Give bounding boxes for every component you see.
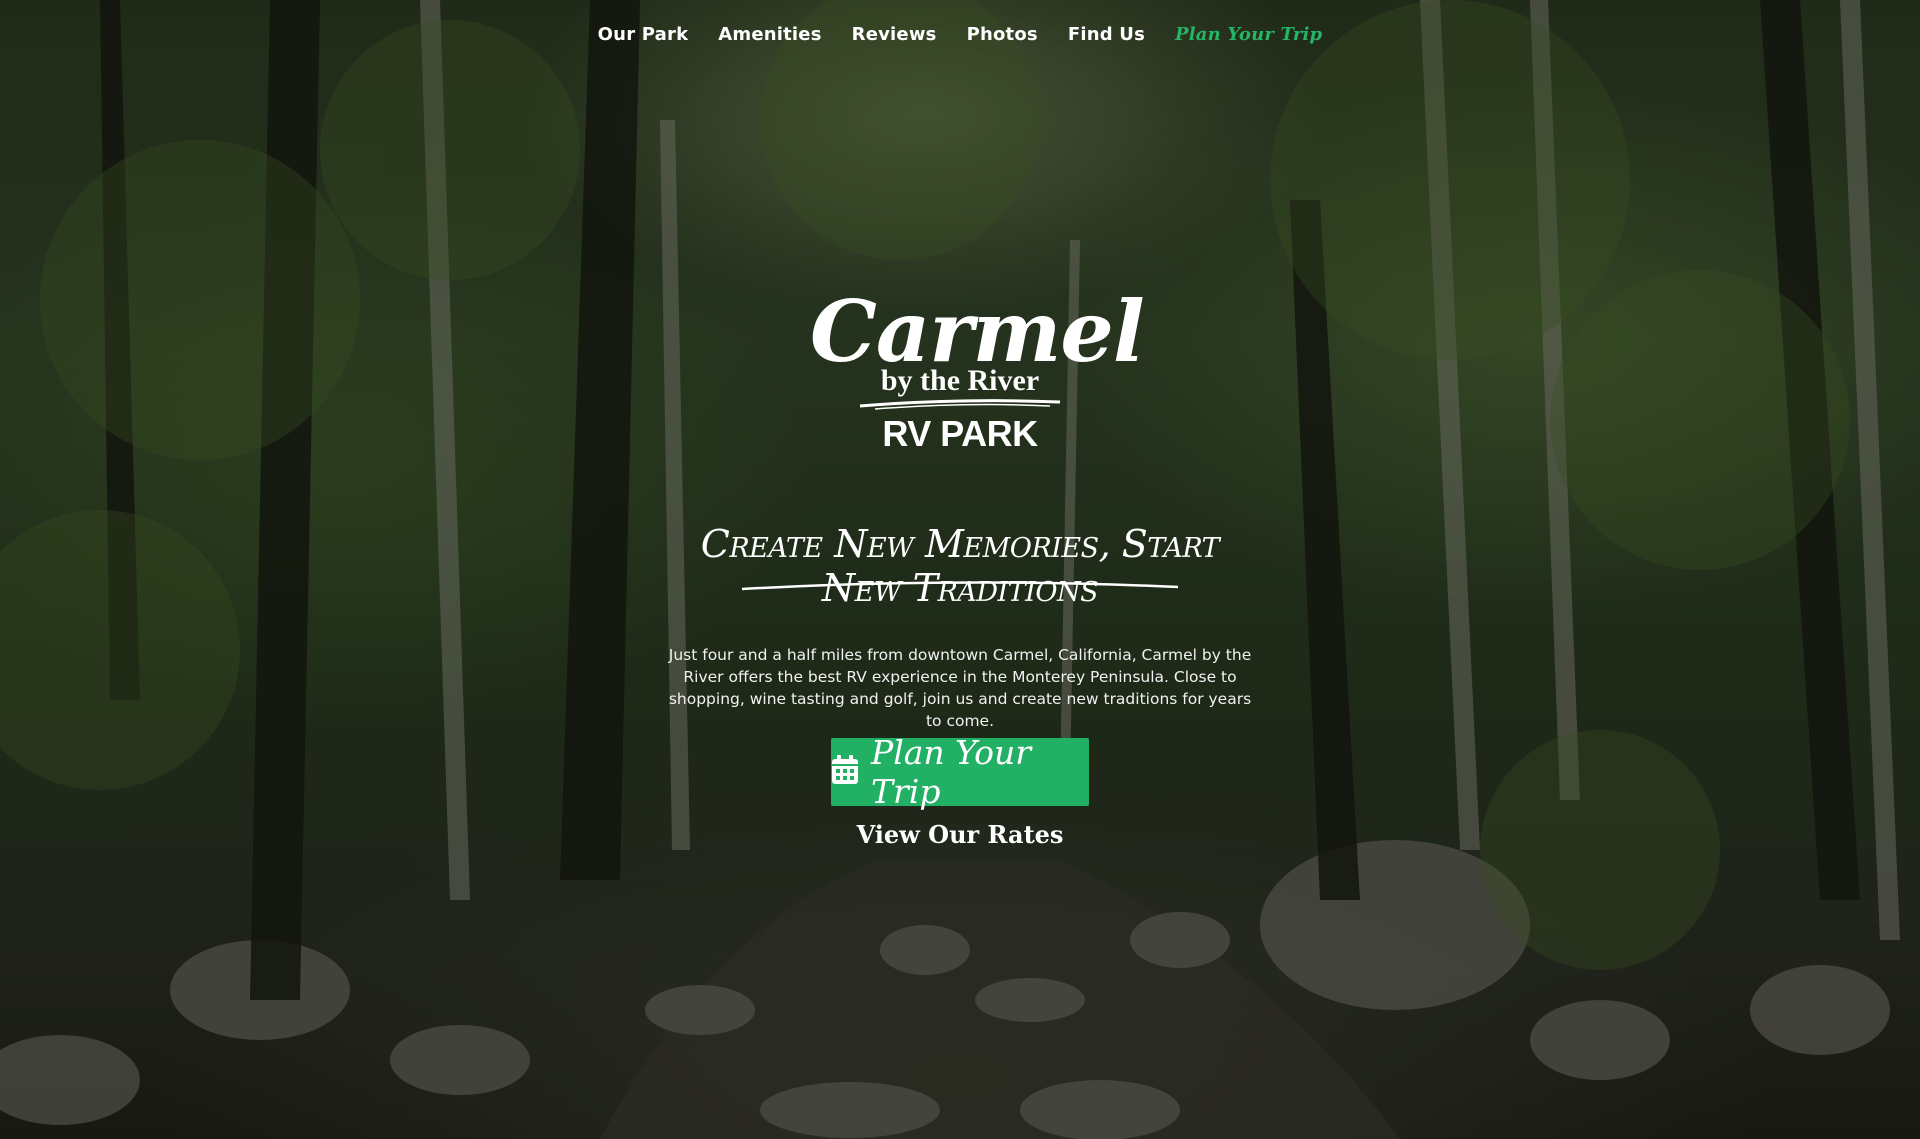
nav-item-reviews[interactable]: Reviews bbox=[852, 24, 937, 45]
nav-item-find-us[interactable]: Find Us bbox=[1068, 24, 1145, 45]
nav-item-amenities[interactable]: Amenities bbox=[718, 24, 821, 45]
nav-item-photos[interactable]: Photos bbox=[967, 24, 1038, 45]
nav-item-plan-your-trip[interactable]: Plan Your Trip bbox=[1175, 24, 1322, 45]
nav-item-our-park[interactable]: Our Park bbox=[598, 24, 689, 45]
calendar-icon bbox=[831, 754, 859, 790]
hero-tagline: Create New Memories, Start New Tradition… bbox=[700, 522, 1220, 610]
logo-title: Carmel bbox=[810, 282, 1145, 381]
top-navigation: Our Park Amenities Reviews Photos Find U… bbox=[0, 24, 1920, 45]
logo-rv-park: RV PARK bbox=[882, 413, 1038, 454]
site-logo[interactable]: Carmel by the River RV PARK bbox=[810, 282, 1145, 470]
hero-description: Just four and a half miles from downtown… bbox=[668, 645, 1252, 730]
plan-your-trip-button-label: Plan Your Trip bbox=[871, 733, 1031, 811]
logo-swoosh bbox=[859, 399, 1061, 410]
tagline-underline bbox=[741, 581, 1179, 591]
plan-your-trip-button[interactable]: Plan Your Trip bbox=[831, 733, 1089, 811]
hero-section: Our Park Amenities Reviews Photos Find U… bbox=[0, 0, 1920, 1139]
view-rates-link[interactable]: View Our Rates bbox=[760, 820, 1160, 849]
